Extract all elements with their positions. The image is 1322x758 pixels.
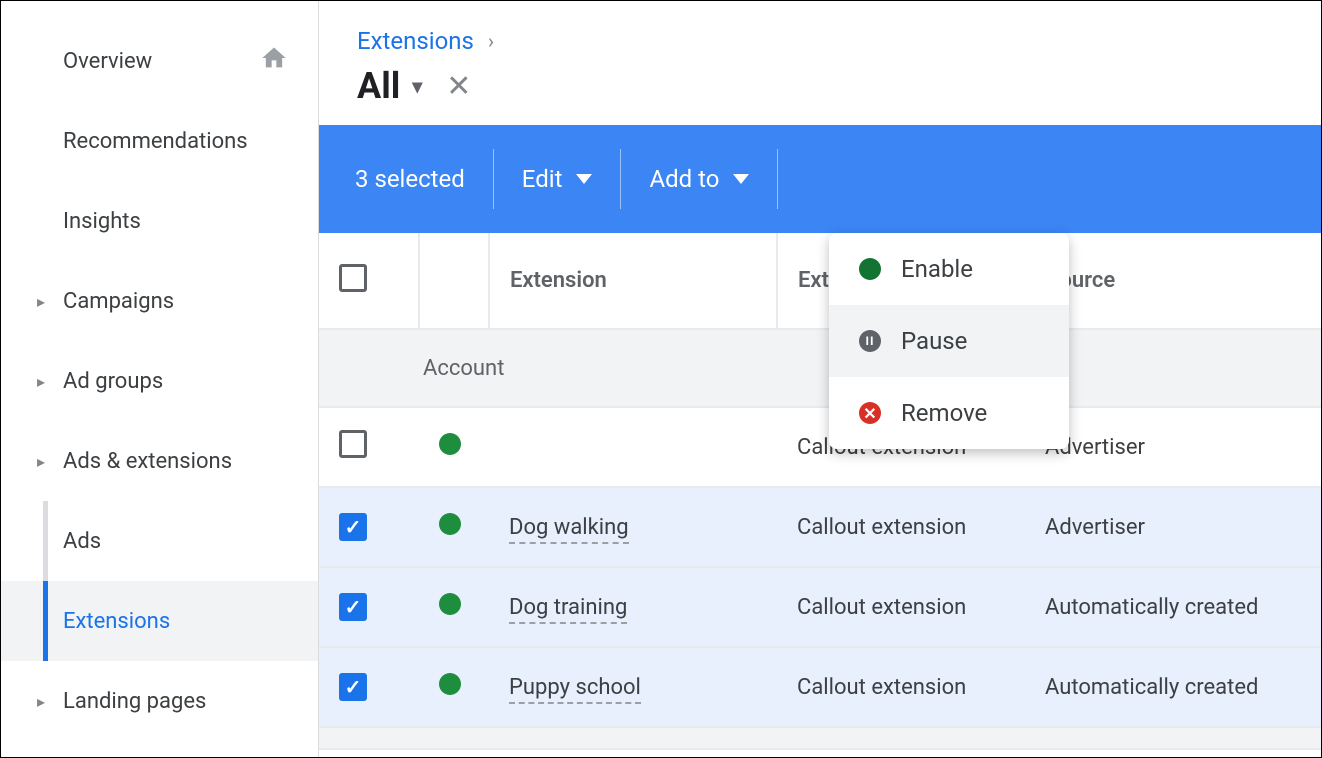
table-footer-spacer <box>319 727 1321 749</box>
col-status <box>419 233 489 329</box>
extension-source: Advertiser <box>1025 407 1321 487</box>
table-row[interactable]: Callout extension Advertiser <box>319 407 1321 487</box>
caret-down-icon <box>733 174 749 184</box>
page-header: Extensions › All ▾ ✕ <box>319 1 1321 125</box>
sidebar-label: Ads & extensions <box>63 449 232 474</box>
group-row-account: Account <box>319 329 1321 407</box>
extension-name[interactable]: Dog training <box>509 595 627 624</box>
menu-pause[interactable]: II Pause <box>829 305 1069 377</box>
extension-type: Callout extension <box>777 487 1025 567</box>
sidebar-item-landing-pages[interactable]: ▸ Landing pages <box>1 661 318 741</box>
sidebar-item-ads[interactable]: Ads <box>1 501 318 581</box>
col-extension[interactable]: Extension <box>489 233 777 329</box>
selection-action-bar: 3 selected Edit Add to Enable II Pause <box>319 125 1321 233</box>
status-enabled-icon <box>439 433 461 455</box>
sidebar-label: Recommendations <box>63 129 248 154</box>
extension-source: Advertiser <box>1025 487 1321 567</box>
sidebar-label: Overview <box>63 49 152 74</box>
status-enabled-icon <box>439 673 461 695</box>
filter-title: All <box>357 65 400 107</box>
table-row[interactable]: ✓ Puppy school Callout extension Automat… <box>319 647 1321 727</box>
sidebar: Overview Recommendations Insights ▸ Camp… <box>1 1 319 757</box>
edit-menu: Enable II Pause ✕ Remove <box>829 233 1069 449</box>
col-checkbox <box>319 233 419 329</box>
row-checkbox[interactable] <box>339 430 367 458</box>
caret-down-icon <box>576 174 592 184</box>
sidebar-item-recommendations[interactable]: Recommendations <box>1 101 318 181</box>
caret-icon: ▸ <box>37 452 47 471</box>
sidebar-item-adgroups[interactable]: ▸ Ad groups <box>1 341 318 421</box>
extension-type: Callout extension <box>777 567 1025 647</box>
extension-source: Automatically created <box>1025 567 1321 647</box>
filter-dropdown[interactable]: All ▾ <box>357 65 422 107</box>
menu-enable[interactable]: Enable <box>829 233 1069 305</box>
sidebar-label: Campaigns <box>63 289 174 314</box>
selection-count: 3 selected <box>355 149 494 209</box>
select-all-checkbox[interactable] <box>339 264 367 292</box>
row-checkbox[interactable]: ✓ <box>339 593 367 621</box>
extension-name[interactable]: Puppy school <box>509 675 641 704</box>
chevron-right-icon: › <box>488 29 494 53</box>
caret-down-icon: ▾ <box>412 74 422 98</box>
addto-dropdown[interactable]: Add to <box>621 149 778 209</box>
table-row[interactable]: ✓ Dog training Callout extension Automat… <box>319 567 1321 647</box>
caret-icon: ▸ <box>37 692 47 711</box>
sidebar-item-extensions[interactable]: Extensions <box>1 581 318 661</box>
extensions-table: Extension Extension type Source Account … <box>319 233 1321 750</box>
sidebar-item-ads-extensions[interactable]: ▸ Ads & extensions <box>1 421 318 501</box>
home-icon <box>260 44 288 78</box>
edit-dropdown[interactable]: Edit <box>494 149 622 209</box>
remove-icon: ✕ <box>859 402 881 424</box>
row-checkbox[interactable]: ✓ <box>339 513 367 541</box>
sidebar-label: Extensions <box>63 609 170 634</box>
extension-name[interactable]: Dog walking <box>509 515 629 544</box>
breadcrumb[interactable]: Extensions › <box>357 27 1283 55</box>
status-enabled-icon <box>439 593 461 615</box>
pause-icon: II <box>859 330 881 352</box>
main-content: Extensions › All ▾ ✕ 3 selected Edit Add… <box>319 1 1321 757</box>
sidebar-item-overview[interactable]: Overview <box>1 21 318 101</box>
extension-type: Callout extension <box>777 647 1025 727</box>
sidebar-label: Ads <box>63 529 101 554</box>
table-row[interactable]: ✓ Dog walking Callout extension Advertis… <box>319 487 1321 567</box>
caret-icon: ▸ <box>37 292 47 311</box>
caret-icon: ▸ <box>37 372 47 391</box>
sidebar-label: Landing pages <box>63 689 206 714</box>
breadcrumb-link[interactable]: Extensions <box>357 27 474 55</box>
col-source[interactable]: Source <box>1025 233 1321 329</box>
status-enabled-icon <box>439 513 461 535</box>
sidebar-item-insights[interactable]: Insights <box>1 181 318 261</box>
sidebar-label: Ad groups <box>63 369 163 394</box>
sidebar-label: Insights <box>63 209 141 234</box>
extension-source: Automatically created <box>1025 647 1321 727</box>
close-icon[interactable]: ✕ <box>446 69 471 104</box>
menu-remove[interactable]: ✕ Remove <box>829 377 1069 449</box>
enable-icon <box>859 258 881 280</box>
sidebar-item-campaigns[interactable]: ▸ Campaigns <box>1 261 318 341</box>
row-checkbox[interactable]: ✓ <box>339 673 367 701</box>
